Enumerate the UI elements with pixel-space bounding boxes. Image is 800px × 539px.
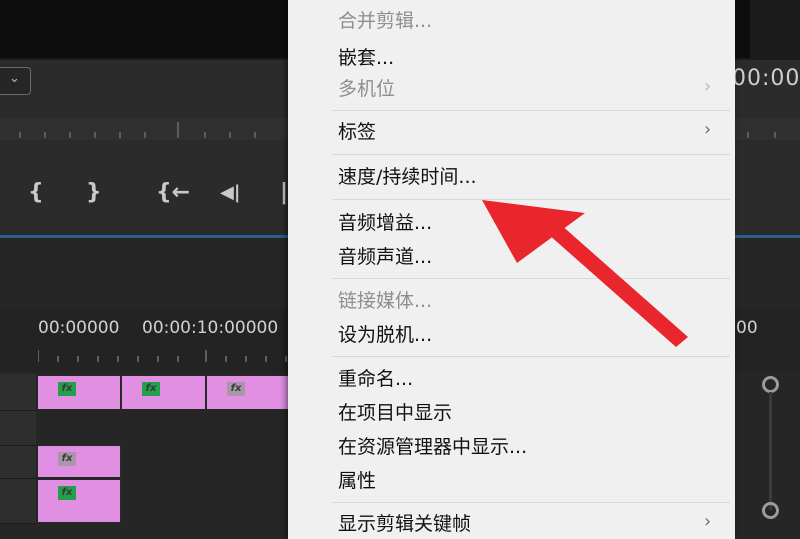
step-back-button[interactable]: ◀| — [220, 182, 240, 203]
scrollbar-track[interactable] — [769, 392, 772, 510]
menu-separator — [332, 154, 730, 155]
menu-item-rename[interactable]: 重命名... — [338, 364, 413, 394]
menu-item-multicam[interactable]: 多机位 — [338, 74, 395, 104]
track-header-v2[interactable] — [0, 374, 36, 411]
menu-separator — [332, 110, 730, 111]
track-header-a2[interactable] — [0, 479, 36, 524]
track-header-a1[interactable] — [0, 446, 36, 479]
chevron-right-icon: › — [704, 76, 712, 97]
video-clip[interactable]: fx — [207, 376, 290, 409]
fx-badge: fx — [142, 382, 160, 396]
timeline-ruler-ticks — [38, 350, 287, 362]
menu-item-properties[interactable]: 属性 — [338, 466, 376, 496]
chevron-down-icon: ⌄ — [9, 71, 20, 86]
play-button-partial[interactable]: | — [280, 180, 288, 205]
chevron-right-icon: › — [704, 119, 712, 140]
chevron-right-icon: › — [704, 511, 712, 532]
audio-clip[interactable]: fx — [38, 480, 122, 522]
menu-item-link-media[interactable]: 链接媒体... — [338, 286, 432, 316]
timeline-vertical-scrollbar[interactable] — [758, 372, 782, 539]
menu-item-label[interactable]: 标签 — [338, 117, 376, 147]
menu-item-audio-gain[interactable]: 音频增益... — [338, 208, 432, 238]
video-clip[interactable]: fx — [122, 376, 207, 409]
audio-clip[interactable]: fx — [38, 446, 122, 477]
monitor-timecode: 00:00:35 — [732, 66, 800, 91]
timeline-timecode-right: 00 — [736, 318, 758, 338]
fx-badge: fx — [58, 382, 76, 396]
track-header-v1[interactable] — [0, 411, 36, 446]
menu-item-nest[interactable]: 嵌套... — [338, 43, 394, 73]
menu-item-make-offline[interactable]: 设为脱机... — [338, 320, 432, 350]
go-to-in-button[interactable]: {← — [156, 180, 190, 205]
menu-item-audio-channels[interactable]: 音频声道... — [338, 242, 432, 272]
menu-item-reveal-in-project[interactable]: 在项目中显示 — [338, 398, 452, 428]
video-clip[interactable]: fx — [38, 376, 122, 409]
mark-in-button[interactable]: { — [28, 180, 44, 205]
view-dropdown[interactable]: ⌄ — [0, 67, 31, 95]
clip-context-menu: 合并剪辑... 嵌套... 多机位 › 标签 › 速度/持续时间... 音频增益… — [288, 0, 735, 539]
menu-item-show-clip-keyframes[interactable]: 显示剪辑关键帧 — [338, 509, 471, 539]
menu-separator — [332, 199, 730, 200]
fx-badge: fx — [58, 452, 76, 466]
menu-separator — [332, 356, 730, 357]
menu-item-reveal-in-explorer[interactable]: 在资源管理器中显示... — [338, 432, 527, 462]
scrollbar-bottom-handle[interactable] — [762, 502, 779, 519]
menu-item-speed-duration[interactable]: 速度/持续时间... — [338, 162, 477, 192]
fx-badge: fx — [58, 486, 76, 500]
scrollbar-top-handle[interactable] — [762, 376, 779, 393]
fx-badge: fx — [227, 382, 245, 396]
menu-item-merge-clips[interactable]: 合并剪辑... — [338, 6, 432, 36]
menu-separator — [332, 502, 730, 503]
timeline-timecode-start: 00:00000 — [38, 318, 120, 338]
mark-out-button[interactable]: } — [86, 180, 102, 205]
timeline-timecode-10s: 00:00:10:00000 — [142, 318, 279, 338]
menu-separator — [332, 278, 730, 279]
